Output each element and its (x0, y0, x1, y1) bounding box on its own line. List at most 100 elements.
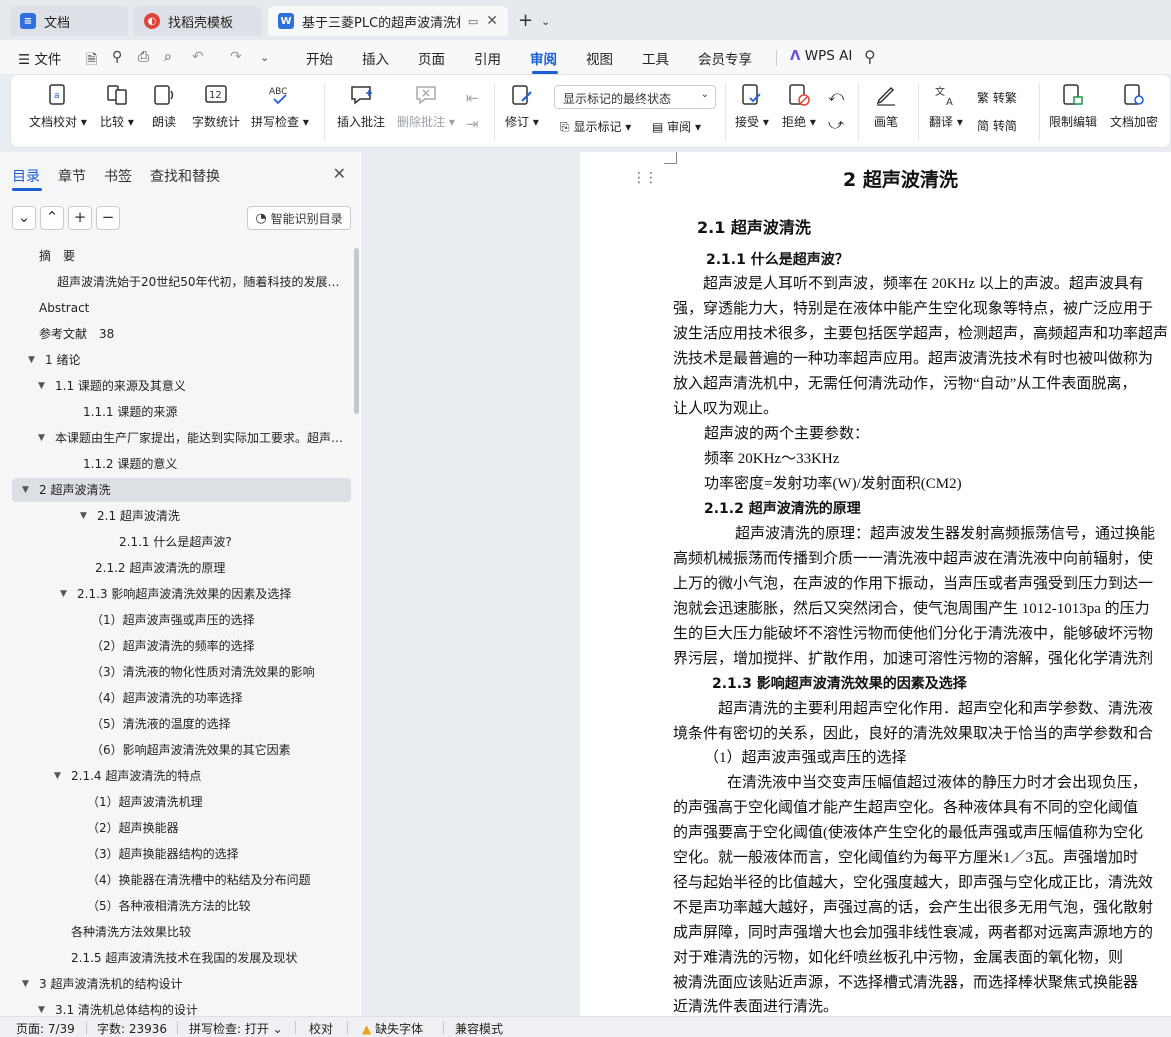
toc-expand-arrow-icon[interactable]: ▼ (80, 504, 87, 528)
translate-button[interactable]: 文A 翻译 ▾ (929, 83, 963, 130)
toc-item[interactable]: （5）清洗液的温度的选择 (12, 712, 351, 736)
word-count-button[interactable]: 12 字数统计 (192, 83, 240, 130)
undo-icon[interactable]: ↶ (192, 49, 204, 65)
toc-item[interactable]: 2.1.1 什么是超声波? (12, 530, 351, 554)
toc-item[interactable]: ▼ 2.1.3 影响超声波清洗效果的因素及选择 (12, 582, 351, 606)
chevron-down-icon[interactable]: ⌄ (260, 51, 269, 64)
toc-item[interactable]: （4）换能器在清洗槽中的粘结及分布问题 (12, 868, 351, 892)
reject-button[interactable]: 拒绝 ▾ (782, 83, 816, 130)
menu-reference[interactable]: 引用 (474, 48, 501, 68)
missing-font-button[interactable]: ▲ 缺失字体 (362, 1020, 423, 1037)
toc-item[interactable]: ▼ 2 超声波清洗 (12, 478, 351, 502)
show-markup-button[interactable]: ⎘ 显示标记 ▾ (560, 118, 631, 135)
panel-tab-bookmarks[interactable]: 书签 (104, 166, 132, 186)
menu-home[interactable]: 开始 (306, 48, 333, 68)
encrypt-button[interactable]: 文档加密 (1110, 83, 1158, 130)
read-aloud-button[interactable]: 朗读 (152, 83, 176, 130)
accept-button[interactable]: 接受 ▾ (735, 83, 769, 130)
tab-docer[interactable]: ◐ 找稻壳模板 (134, 6, 262, 36)
toc-item[interactable]: Abstract (12, 296, 351, 320)
panel-tab-sections[interactable]: 章节 (58, 166, 86, 186)
toc-item[interactable]: （3）清洗液的物化性质对清洗效果的影响 (12, 660, 351, 684)
toc-item[interactable]: （2）超声换能器 (12, 816, 351, 840)
ink-button[interactable]: 画笔 (874, 83, 898, 130)
menu-member[interactable]: 会员专享 (698, 48, 752, 68)
expand-down-button[interactable]: ⌄ (12, 206, 36, 230)
revise-button[interactable]: 修订 ▾ (505, 83, 539, 130)
toc-expand-arrow-icon[interactable]: ▼ (38, 374, 45, 398)
toc-item[interactable]: ▼ 3.1 清洗机总体结构的设计 (12, 998, 351, 1016)
new-tab-icon[interactable]: + (518, 10, 533, 31)
toc-item[interactable]: ▼ 2.1.4 超声波清洗的特点 (12, 764, 351, 788)
add-heading-button[interactable]: + (68, 206, 92, 230)
toc-scrollbar[interactable] (354, 248, 359, 414)
toc-item[interactable]: （6）影响超声波清洗效果的其它因素 (12, 738, 351, 762)
wps-ai-button[interactable]: ᐱ WPS AI (790, 48, 852, 64)
spell-check-status[interactable]: 拼写检查: 打开 ⌄ (189, 1020, 283, 1037)
search-icon[interactable]: ⚲ (864, 47, 876, 66)
collapse-up-button[interactable]: ⌃ (40, 206, 64, 230)
tab-docs[interactable]: ≡ 文档 (10, 6, 128, 36)
drag-handle-icon[interactable]: ⋮⋮ (632, 170, 658, 186)
next-change-icon[interactable]: ⤻ (828, 115, 844, 133)
panel-tab-toc[interactable]: 目录 (12, 166, 40, 186)
toc-expand-arrow-icon[interactable]: ▼ (54, 764, 61, 788)
next-comment-icon[interactable]: ⇥ (466, 115, 479, 133)
monitor-icon[interactable]: ▭ (468, 15, 478, 28)
toc-item[interactable]: 参考文献 38 (12, 322, 351, 346)
toc-item[interactable]: 各种清洗方法效果比较 (12, 920, 351, 944)
toc-item[interactable]: （2）超声波清洗的频率的选择 (12, 634, 351, 658)
toc-item[interactable]: 2.1.5 超声波清洗技术在我国的发展及现状 (12, 946, 351, 970)
toc-item[interactable]: 1.1.2 课题的意义 (12, 452, 351, 476)
toc-item[interactable]: ▼ 1 绪论 (12, 348, 351, 372)
toc-item[interactable]: 摘 要 (12, 244, 351, 268)
toc-item[interactable]: ▼ 本课题由生产厂家提出，能达到实际加工要求。超声波清洗机主要... (12, 426, 351, 450)
print-preview-icon[interactable]: ⌕ (164, 49, 172, 65)
toc-item[interactable]: 超声波清洗始于20世纪50年代初，随着科技的发展，超声波清洗技术... (12, 270, 351, 294)
markup-mode-select[interactable]: 显示标记的最终状态 ⌄ (554, 85, 716, 109)
previous-change-icon[interactable]: ⤺ (828, 87, 844, 105)
toc-expand-arrow-icon[interactable]: ▼ (28, 348, 35, 372)
spell-check-button[interactable]: ABC 拼写检查 ▾ (251, 83, 309, 130)
toc-expand-arrow-icon[interactable]: ▼ (22, 478, 29, 502)
to-traditional-button[interactable]: 繁 转繁 (977, 89, 1017, 106)
toc-item[interactable]: 2.1.2 超声波清洗的原理 (12, 556, 351, 580)
toc-expand-arrow-icon[interactable]: ▼ (60, 582, 67, 606)
toc-item[interactable]: ▼ 3 超声波清洗机的结构设计 (12, 972, 351, 996)
page-indicator[interactable]: 页面: 7/39 (16, 1020, 75, 1037)
toc-item[interactable]: （1）超声波清洗机理 (12, 790, 351, 814)
menu-tools[interactable]: 工具 (642, 48, 669, 68)
file-menu[interactable]: ☰ 文件 (18, 48, 61, 68)
menu-page[interactable]: 页面 (418, 48, 445, 68)
panel-tab-find-replace[interactable]: 查找和替换 (150, 166, 220, 186)
review-pane-button[interactable]: ▤ 审阅 ▾ (652, 118, 701, 135)
doc-check-button[interactable]: a 文档校对 ▾ (29, 83, 87, 130)
previous-comment-icon[interactable]: ⇤ (466, 89, 479, 107)
link-icon[interactable]: ⚲ (112, 49, 122, 65)
toc-item[interactable]: （4）超声波清洗的功率选择 (12, 686, 351, 710)
insert-comment-button[interactable]: 插入批注 (337, 83, 385, 130)
remove-heading-button[interactable]: − (96, 206, 120, 230)
word-count-indicator[interactable]: 字数: 23936 (97, 1020, 167, 1037)
delete-comment-button[interactable]: 删除批注 ▾ (397, 83, 455, 130)
toc-expand-arrow-icon[interactable]: ▼ (38, 998, 45, 1016)
tab-current-document[interactable]: W 基于三菱PLC的超声波清洗机 ▭ ✕ (268, 6, 508, 36)
toc-item[interactable]: （3）超声换能器结构的选择 (12, 842, 351, 866)
save-icon[interactable]: 🗎 (86, 49, 97, 73)
toc-expand-arrow-icon[interactable]: ▼ (22, 972, 29, 996)
document-page[interactable]: ⋮⋮ 2 超声波清洗 2.1 超声波清洗 2.1.1 什么是超声波？ 超声波是人耳听… (580, 152, 1171, 1016)
menu-review[interactable]: 审阅 (530, 48, 557, 68)
chevron-down-icon[interactable]: ⌄ (541, 15, 550, 28)
toc-item[interactable]: 1.1.1 课题的来源 (12, 400, 351, 424)
toc-item[interactable]: （5）各种液相清洗方法的比较 (12, 894, 351, 918)
compare-button[interactable]: 比较 ▾ (100, 83, 134, 130)
to-simplified-button[interactable]: 简 转简 (977, 117, 1017, 134)
print-icon[interactable]: ⎙ (138, 49, 149, 65)
close-panel-icon[interactable]: ✕ (333, 164, 346, 183)
smart-toc-button[interactable]: ◔ 智能识别目录 (247, 206, 351, 230)
redo-icon[interactable]: ↷ (230, 49, 242, 65)
menu-insert[interactable]: 插入 (362, 48, 389, 68)
toc-item[interactable]: ▼ 2.1 超声波清洗 (12, 504, 351, 528)
menu-view[interactable]: 视图 (586, 48, 613, 68)
restrict-edit-button[interactable]: 限制编辑 (1049, 83, 1097, 130)
